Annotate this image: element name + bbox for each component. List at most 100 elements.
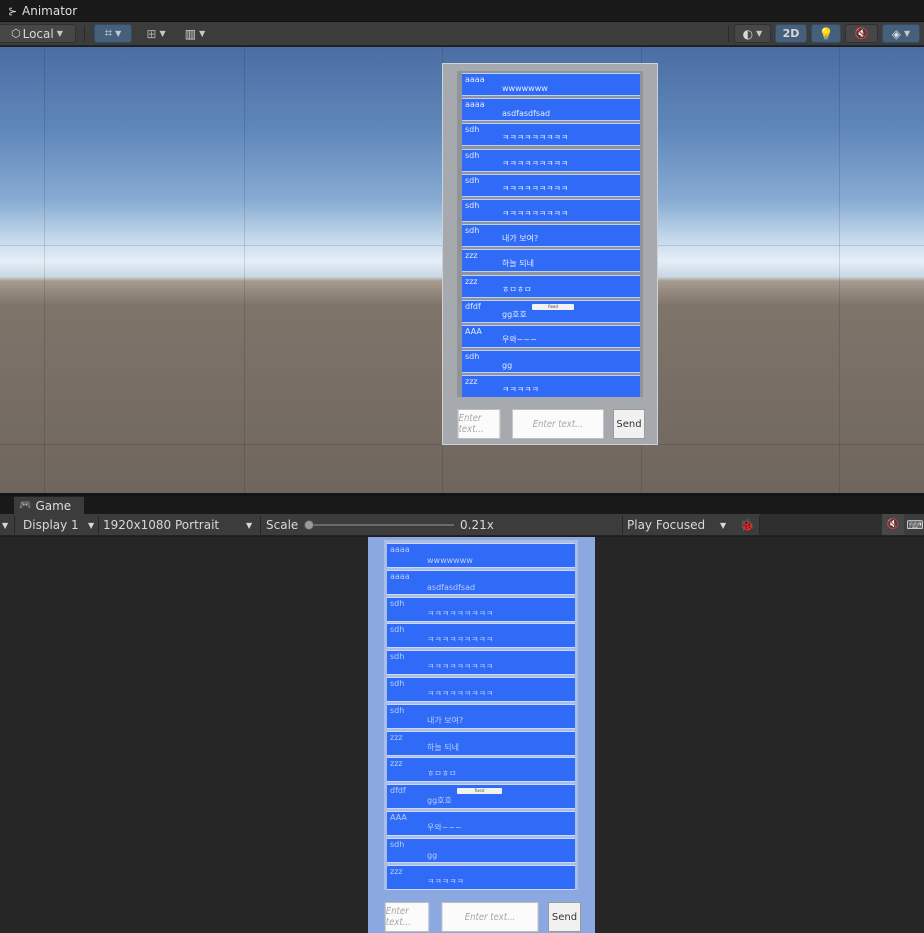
- grid-snap-icon: ⌗: [104, 26, 113, 41]
- chevron-down-icon: ▼: [56, 29, 63, 38]
- chat-row-name: sdh: [465, 226, 480, 236]
- stats-toggle[interactable]: ⌨: [906, 514, 924, 535]
- scene-chat-row: zzz 하늘 되네: [462, 249, 640, 273]
- message-input-placeholder: Enter text...: [532, 418, 584, 430]
- frame-debugger-button[interactable]: 🐞: [737, 514, 757, 535]
- chat-row-name: dfdf: [465, 301, 481, 311]
- game-send-button[interactable]: Send: [548, 902, 581, 932]
- chat-row-message: wwwwwww: [502, 84, 548, 93]
- game-view-dropdown[interactable]: ▼: [0, 514, 14, 535]
- mute-audio-toggle[interactable]: 🔇: [882, 514, 904, 535]
- lighting-toggle[interactable]: 💡: [811, 24, 841, 43]
- chat-row-message: gg: [502, 361, 513, 371]
- align-toggle[interactable]: ▥ ▼: [177, 24, 213, 43]
- grid-snap-toggle[interactable]: ⌗ ▼: [94, 24, 132, 43]
- name-input-placeholder: Enter text...: [385, 906, 411, 928]
- chat-row-message: ㅎㅁㅎㅁ: [427, 769, 457, 779]
- grid-line: [244, 47, 245, 493]
- chat-row-message: ㅋㅋㅋㅋㅋㅋㅋㅋㅋ: [502, 183, 569, 193]
- chat-row-message: 하늘 되네: [427, 742, 459, 752]
- increment-snap-toggle[interactable]: ⊞ ▼: [138, 24, 174, 43]
- chat-row-message: gg: [427, 850, 438, 860]
- chat-row-message: 내가 보여?: [502, 234, 539, 244]
- scene-chat-row: sdh ㅋㅋㅋㅋㅋㅋㅋㅋㅋ: [462, 173, 640, 197]
- grid-line: [839, 47, 840, 493]
- toolbar-spacer: [760, 514, 882, 535]
- draw-mode-dropdown[interactable]: ◐ ▼: [734, 24, 771, 43]
- chat-row-name: aaaa: [465, 100, 485, 110]
- chat-row-name: zzz: [390, 732, 403, 742]
- chevron-down-icon: ▼: [904, 29, 911, 38]
- chat-row-name: sdh: [390, 839, 405, 849]
- scene-message-input[interactable]: Enter text...: [512, 409, 604, 439]
- game-message-input[interactable]: Enter text...: [441, 902, 539, 932]
- scene-chat-row: aaaa asdfasdfsad: [462, 98, 640, 122]
- toggle-2d-button[interactable]: 2D: [775, 24, 807, 43]
- display-dropdown[interactable]: Display 1 ▼: [14, 514, 107, 535]
- game-chat-canvas[interactable]: aaaa wwwwwww aaaa asdfasdfsad sdh ㅋㅋㅋㅋㅋㅋㅋㅋㅋ sd…: [368, 537, 595, 933]
- scale-slider[interactable]: [304, 520, 454, 530]
- scene-chat-row: zzz ㅎㅁㅎㅁ: [462, 274, 640, 298]
- game-chat-row: sdh ㅋㅋㅋㅋㅋㅋㅋㅋㅋ: [387, 650, 575, 676]
- chat-row-name: sdh: [465, 125, 480, 135]
- increment-snap-icon: ⊞: [146, 26, 157, 41]
- game-view[interactable]: aaaa wwwwwww aaaa asdfasdfsad sdh ㅋㅋㅋㅋㅋㅋㅋㅋㅋ sd…: [0, 537, 924, 933]
- chevron-down-icon: ▼: [2, 521, 9, 530]
- game-tab[interactable]: 🎮 Game: [14, 496, 84, 514]
- game-tab-bar: 🎮 Game: [0, 496, 924, 514]
- chat-row-message: ㅋㅋㅋㅋㅋㅋㅋㅋㅋ: [427, 608, 494, 618]
- game-toolbar: ▼ Display 1 ▼ 1920x1080 Portrait ▼ Scale…: [0, 514, 924, 536]
- chat-row-name: aaaa: [465, 75, 485, 84]
- chat-row-button[interactable]: fixed: [532, 303, 574, 310]
- animator-tab-bar: ⊱ Animator: [0, 0, 924, 22]
- scene-send-button[interactable]: Send: [613, 409, 645, 439]
- chat-row-message: 하늘 되네: [502, 259, 534, 269]
- gamepad-icon: 🎮: [19, 500, 32, 511]
- chat-row-name: sdh: [390, 652, 405, 662]
- scale-slider-handle[interactable]: [304, 520, 314, 530]
- toolbar-separator: [728, 26, 729, 42]
- scene-chat-row: sdh 내가 보여?: [462, 224, 640, 248]
- chevron-down-icon: ▼: [720, 521, 727, 530]
- game-chat-scroll-view[interactable]: aaaa wwwwwww aaaa asdfasdfsad sdh ㅋㅋㅋㅋㅋㅋㅋㅋㅋ sd…: [384, 540, 578, 890]
- animator-tab[interactable]: ⊱ Animator: [0, 0, 200, 22]
- pivot-dropdown[interactable]: ⬡ Local ▼: [0, 24, 76, 43]
- scene-chat-canvas[interactable]: aaaa wwwwwww aaaa asdfasdfsad sdh ㅋㅋㅋㅋㅋㅋㅋㅋㅋ sd…: [442, 63, 658, 445]
- scene-toolbar: ⬡ Local ▼ ⌗ ▼ ⊞ ▼ ▥ ▼ ◐ ▼ 2D 💡 🔇 ◈ ▼: [0, 22, 924, 46]
- chevron-down-icon: ▼: [159, 29, 166, 38]
- chat-row-name: sdh: [390, 625, 405, 635]
- game-name-input[interactable]: Enter text...: [384, 902, 430, 932]
- scene-view[interactable]: aaaa wwwwwww aaaa asdfasdfsad sdh ㅋㅋㅋㅋㅋㅋㅋㅋㅋ sd…: [0, 47, 924, 493]
- toolbar-separator: [84, 26, 85, 42]
- chat-row-message: asdfasdfsad: [427, 582, 476, 592]
- toolbar-separator: [260, 516, 261, 534]
- keyboard-icon: ⌨: [906, 517, 924, 532]
- chat-row-name: dfdf: [390, 786, 406, 796]
- chat-row-name: AAA: [390, 813, 407, 822]
- game-chat-row: sdh 내가 보여?: [387, 703, 575, 729]
- scene-name-input[interactable]: Enter text...: [457, 409, 501, 439]
- chat-row-name: zzz: [465, 251, 478, 261]
- play-mode-dropdown[interactable]: Play Focused ▼: [622, 514, 737, 535]
- resolution-dropdown[interactable]: 1920x1080 Portrait ▼: [98, 514, 265, 535]
- game-chat-row: sdh gg: [387, 837, 575, 863]
- effects-toggle[interactable]: ◈ ▼: [882, 24, 920, 43]
- chat-row-button[interactable]: fixed: [457, 788, 502, 795]
- audio-toggle[interactable]: 🔇: [845, 24, 878, 43]
- chat-row-name: zzz: [465, 276, 478, 286]
- send-button-label: Send: [616, 418, 642, 430]
- scene-chat-row: zzz ㅋㅋㅋㅋㅋ: [462, 375, 640, 397]
- chevron-down-icon: ▼: [88, 521, 95, 530]
- grid-line: [44, 47, 45, 493]
- chat-row-message: gg호호: [427, 796, 452, 806]
- scene-chat-row: sdh ㅋㅋㅋㅋㅋㅋㅋㅋㅋ: [462, 148, 640, 172]
- chat-row-message: ㅋㅋㅋㅋㅋㅋㅋㅋㅋ: [427, 662, 494, 672]
- scene-chat-scroll-view[interactable]: aaaa wwwwwww aaaa asdfasdfsad sdh ㅋㅋㅋㅋㅋㅋㅋㅋㅋ sd…: [457, 71, 643, 397]
- chat-row-name: sdh: [465, 175, 480, 185]
- chat-row-message: gg호호: [502, 309, 527, 319]
- game-chat-row: zzz ㅎㅁㅎㅁ: [387, 757, 575, 783]
- game-chat-row: aaaa asdfasdfsad: [387, 569, 575, 595]
- game-chat-row: zzz ㅋㅋㅋㅋㅋ: [387, 864, 575, 890]
- scene-chat-row: dfdf gg호호 fixed: [462, 299, 640, 323]
- chat-row-message: wwwwwww: [427, 556, 473, 565]
